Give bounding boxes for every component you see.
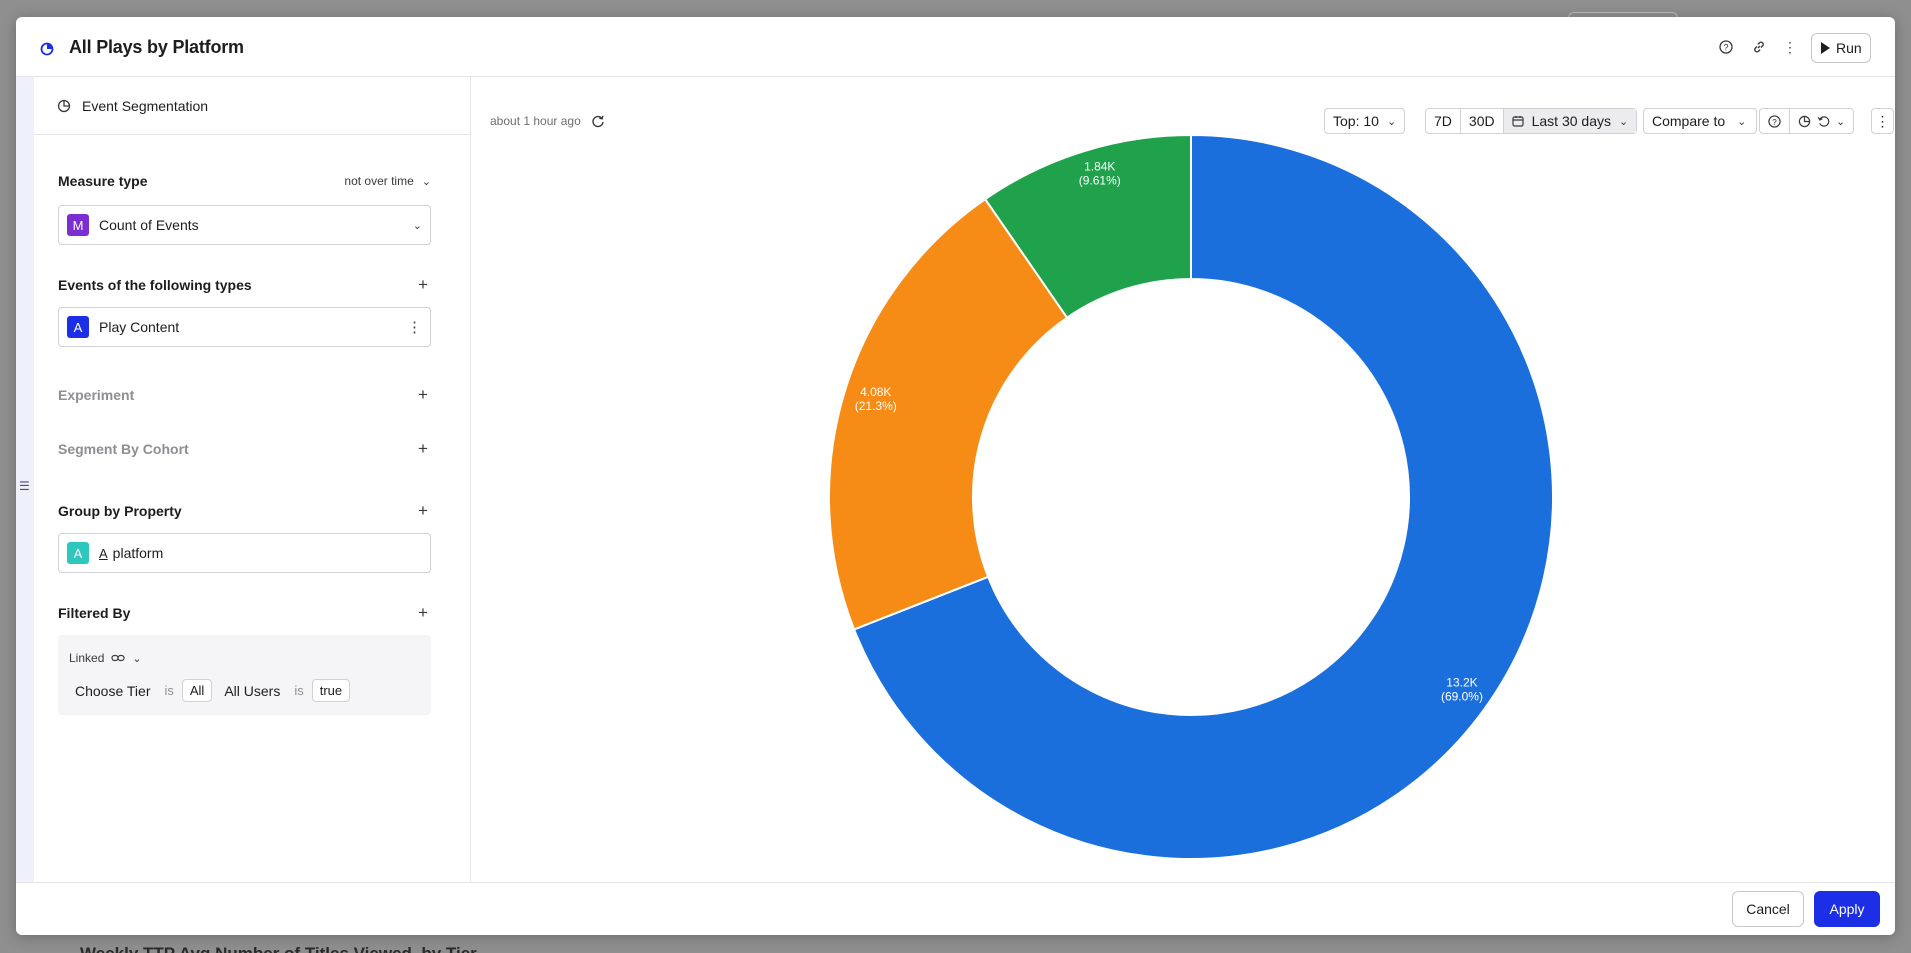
linked-dropdown[interactable]: Linked ⌄ [69,651,142,665]
apply-button[interactable]: Apply [1814,891,1880,927]
chart-title: All Plays by Platform [69,37,244,57]
chart-settings-group: ? ⌄ [1759,108,1855,134]
filter-value[interactable]: All [181,679,213,702]
cancel-button[interactable]: Cancel [1732,891,1804,927]
add-experiment-icon[interactable]: + [415,385,431,405]
mode-header[interactable]: Event Segmentation [34,77,470,135]
query-builder-panel: Event Segmentation Measure type not over… [34,77,471,882]
pie-chart-icon [40,42,54,56]
link-icon [111,654,125,662]
more-vertical-icon[interactable]: ⋮ [1780,37,1800,57]
range-30d-button[interactable]: 30D [1459,109,1503,133]
measure-time-value: not over time [344,174,414,188]
add-cohort-icon[interactable]: + [415,439,431,459]
mode-label: Event Segmentation [82,97,209,114]
add-group-by-icon[interactable]: + [415,501,431,521]
compare-label: Compare to [1652,113,1726,129]
filtered-by-row: Filtered By + [58,603,431,623]
svg-text:?: ? [1723,43,1728,53]
event-value: Play Content [99,319,180,335]
range-30d-label: 30D [1468,113,1495,129]
help-circle-icon[interactable]: ? [1760,109,1789,133]
filter-property[interactable]: Choose Tier [75,683,150,699]
top-n-label: Top: 10 [1333,113,1379,129]
top-n-dropdown[interactable]: Top: 10 ⌄ [1324,108,1406,134]
events-row: Events of the following types + [58,275,431,295]
chevron-down-icon: ⌄ [421,175,431,188]
backdrop-chart-title: Weekly TTP Avg Number of Titles Viewed, … [80,944,477,953]
chevron-down-icon: ⌄ [132,652,142,665]
filter-property[interactable]: All Users [224,683,280,699]
date-range-group: 7D 30D Last 30 days ⌄ [1425,108,1638,134]
chevron-down-icon: ⌄ [1618,115,1629,128]
run-label: Run [1836,40,1862,56]
chevron-down-icon: ⌄ [412,219,422,232]
help-circle-icon[interactable]: ? [1716,37,1736,57]
chart-panel: 13.2K (69.0%) 4.08K (21.3%) 1.84K (9.61%) abo… [472,77,1895,882]
list-icon[interactable]: ☰ [19,479,30,493]
measure-time-dropdown[interactable]: not over time ⌄ [344,174,431,188]
filter-group: Linked ⌄ Choose Tier is All All Users is… [58,635,431,715]
range-7d-button[interactable]: 7D [1426,109,1460,133]
chart-editor-modal: All Plays by Platform ? ⋮ Run ☰ Event Se… [16,17,1895,935]
modal-header: All Plays by Platform ? ⋮ Run [16,17,1895,77]
donut-chart: 13.2K(69.0%) 4.08K(21.3%) 1.84K(9.61%) [828,133,1554,860]
measure-badge: M [67,214,89,236]
measure-type-label: Measure type [58,173,148,189]
slice-value-label: 4.08K [860,385,891,399]
add-filter-icon[interactable]: + [415,603,431,623]
date-range-picker[interactable]: Last 30 days ⌄ [1502,109,1637,133]
refresh-icon[interactable] [591,114,605,128]
last-updated: about 1 hour ago [490,114,605,128]
group-by-row: Group by Property + [58,501,431,521]
property-badge: A [67,542,89,564]
slice-percent-label: (69.0%) [1441,689,1483,703]
date-range-label: Last 30 days [1531,113,1611,129]
group-by-value: platform [112,545,164,561]
measure-type-row: Measure type not over time ⌄ [58,173,431,189]
cohort-row: Segment By Cohort + [58,439,431,459]
string-type-icon: A [99,545,108,561]
svg-text:?: ? [1772,116,1777,126]
filter-value[interactable]: true [311,679,351,702]
chevron-down-icon: ⌄ [1836,115,1846,128]
link-icon[interactable] [1749,37,1769,57]
cohort-label: Segment By Cohort [58,441,189,457]
range-7d-label: 7D [1434,113,1452,129]
pie-chart-icon [1798,115,1811,127]
slice-value-label: 13.2K [1446,675,1477,689]
group-by-item[interactable]: A A platform [58,533,431,573]
slice-value-label: 1.84K [1084,159,1115,173]
compare-dropdown[interactable]: Compare to ⌄ [1643,108,1758,134]
experiment-row: Experiment + [58,385,431,405]
run-button[interactable]: Run [1811,33,1871,63]
segmentation-icon [57,99,71,112]
events-label: Events of the following types [58,277,252,293]
calendar-icon [1511,116,1524,127]
filtered-by-label: Filtered By [58,605,131,621]
chart-type-dropdown[interactable]: ⌄ [1789,109,1853,133]
undo-icon [1817,115,1830,127]
filter-operator: is [164,683,174,698]
event-item[interactable]: A Play Content ⋮ [58,307,431,347]
play-icon [1821,42,1830,54]
modal-footer: Cancel Apply [16,882,1895,935]
measure-value: Count of Events [99,217,199,233]
slice-percent-label: (9.61%) [1079,173,1121,187]
linked-label: Linked [69,651,105,665]
measure-select[interactable]: M Count of Events ⌄ [58,205,431,245]
last-updated-text: about 1 hour ago [490,114,581,128]
more-vertical-icon[interactable]: ⋮ [1871,108,1894,134]
left-rail: ☰ [16,77,34,882]
filter-operator: is [294,683,304,698]
filter-conditions: Choose Tier is All All Users is true [75,679,351,702]
add-event-icon[interactable]: + [415,275,431,295]
chevron-down-icon: ⌄ [1737,115,1747,128]
more-vertical-icon[interactable]: ⋮ [407,318,422,336]
group-by-label: Group by Property [58,503,182,519]
event-badge: A [67,316,89,338]
chevron-down-icon: ⌄ [1386,115,1397,128]
slice-percent-label: (21.3%) [855,399,897,413]
experiment-label: Experiment [58,387,135,403]
